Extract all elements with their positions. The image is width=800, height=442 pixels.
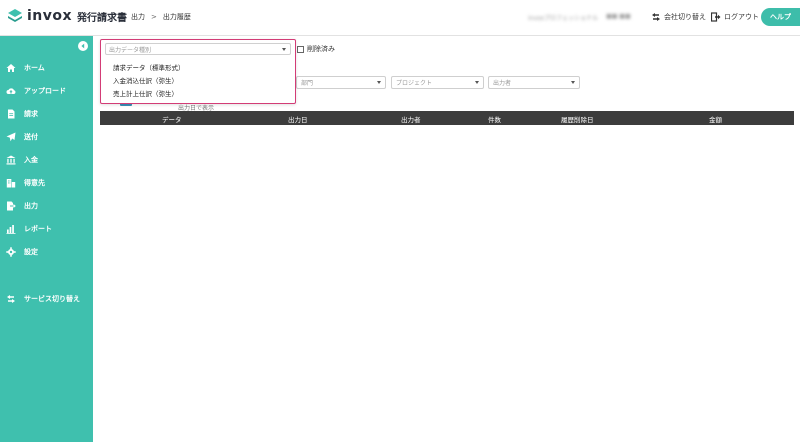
sidebar-item-home[interactable]: ホーム <box>0 59 93 77</box>
department-select[interactable]: 部門 <box>296 76 386 89</box>
outputter-select[interactable]: 出力者 <box>488 76 580 89</box>
sidebar-item-label: 入金 <box>24 156 38 164</box>
document-icon <box>6 109 16 119</box>
help-button[interactable]: ヘルプ <box>761 8 800 26</box>
sidebar-item-label: 出力 <box>24 202 38 210</box>
sidebar-item-upload[interactable]: アップロード <box>0 82 93 100</box>
cloud-upload-icon <box>6 86 16 96</box>
column-header-count[interactable]: 件数 <box>488 114 501 124</box>
logout-label: ログアウト <box>724 13 759 21</box>
home-icon <box>6 63 16 73</box>
outputter-placeholder: 出力者 <box>493 80 512 87</box>
project-placeholder: プロジェクト <box>396 80 433 87</box>
export-icon <box>6 201 16 211</box>
output-type-placeholder: 出力データ種別 <box>109 46 152 54</box>
dropdown-option[interactable]: 入金消込仕訳（弥生） <box>113 75 178 85</box>
chevron-down-icon <box>571 81 575 84</box>
sidebar-item-payment[interactable]: 入金 <box>0 151 93 169</box>
dropdown-option[interactable]: 請求データ（標準形式） <box>113 62 185 72</box>
switch-icon <box>6 294 16 304</box>
department-placeholder: 部門 <box>301 80 314 87</box>
chevron-down-icon <box>282 48 286 51</box>
sidebar-item-settings[interactable]: 設定 <box>0 243 93 261</box>
logo-subtitle: 発行請求書 <box>77 12 128 24</box>
app-logo[interactable]: invox 発行請求書 <box>7 8 127 24</box>
checkbox-box[interactable] <box>297 45 304 53</box>
switch-icon <box>652 13 660 21</box>
column-header-history-delete-date[interactable]: 履歴削除日 <box>561 114 594 124</box>
column-header-output-date[interactable]: 出力日 <box>288 114 308 124</box>
sidebar-item-label: アップロード <box>24 87 66 95</box>
sidebar-item-label: 得意先 <box>24 179 45 187</box>
account-info: invoxプロフェッショナル ■■ ■■ <box>528 13 631 22</box>
column-header-outputter[interactable]: 出力者 <box>401 114 421 124</box>
sidebar: ホーム アップロード 請求 送付 入金 得意先 出力 レポート 設定 サービス切… <box>0 36 93 442</box>
column-header-data[interactable]: データ <box>162 114 182 124</box>
sidebar-item-label: 請求 <box>24 110 38 118</box>
logo-mark-icon <box>8 9 22 22</box>
sidebar-item-customers[interactable]: 得意先 <box>0 174 93 192</box>
sidebar-item-invoice[interactable]: 請求 <box>0 105 93 123</box>
sidebar-collapse-button[interactable] <box>78 41 88 51</box>
deleted-label: 削除済み <box>307 45 335 53</box>
history-table-header: データ 出力日 出力者 件数 履歴削除日 金額 <box>100 111 794 125</box>
logout-icon <box>711 12 721 22</box>
sidebar-item-label: ホーム <box>24 64 45 72</box>
logo-text: invox <box>27 8 73 24</box>
output-type-dropdown[interactable]: 出力データ種別 請求データ（標準形式） 入金消込仕訳（弥生） 売上計上仕訳（弥生… <box>100 39 296 104</box>
switch-company-label: 会社切り替え <box>664 13 706 21</box>
chevron-down-icon <box>377 81 381 84</box>
breadcrumb-item-output[interactable]: 出力 <box>131 12 145 22</box>
sidebar-item-label: 送付 <box>24 133 38 141</box>
switch-company-link[interactable]: 会社切り替え <box>651 12 706 22</box>
bank-icon <box>6 155 16 165</box>
sidebar-item-report[interactable]: レポート <box>0 220 93 238</box>
bar-chart-icon <box>6 224 16 234</box>
sidebar-item-send[interactable]: 送付 <box>0 128 93 146</box>
gear-icon <box>6 247 16 257</box>
deleted-checkbox[interactable]: 削除済み <box>297 44 335 54</box>
account-org: invoxプロフェッショナル <box>528 15 599 22</box>
logout-link[interactable]: ログアウト <box>711 12 759 22</box>
breadcrumb-separator: > <box>151 13 157 21</box>
collapse-arrow-icon <box>81 43 85 49</box>
sidebar-item-label: 設定 <box>24 248 38 256</box>
project-select[interactable]: プロジェクト <box>391 76 484 89</box>
building-icon <box>6 178 16 188</box>
breadcrumb-item-output-history: 出力履歴 <box>162 13 191 21</box>
sidebar-item-label: サービス切り替え <box>24 295 80 303</box>
column-header-amount[interactable]: 金額 <box>709 114 722 124</box>
output-type-select[interactable]: 出力データ種別 <box>105 43 291 55</box>
sidebar-item-service-switch[interactable]: サービス切り替え <box>0 290 93 308</box>
account-user: ■■ ■■ <box>606 13 631 20</box>
dropdown-option[interactable]: 売上計上仕訳（弥生） <box>113 88 178 98</box>
sidebar-item-label: レポート <box>24 225 52 233</box>
chevron-down-icon <box>475 81 479 84</box>
breadcrumb: 出力 > 出力履歴 <box>131 12 191 22</box>
top-header: invox 発行請求書 出力 > 出力履歴 invoxプロフェッショナル ■■ … <box>0 0 800 36</box>
sidebar-item-output[interactable]: 出力 <box>0 197 93 215</box>
paper-plane-icon <box>6 132 16 142</box>
